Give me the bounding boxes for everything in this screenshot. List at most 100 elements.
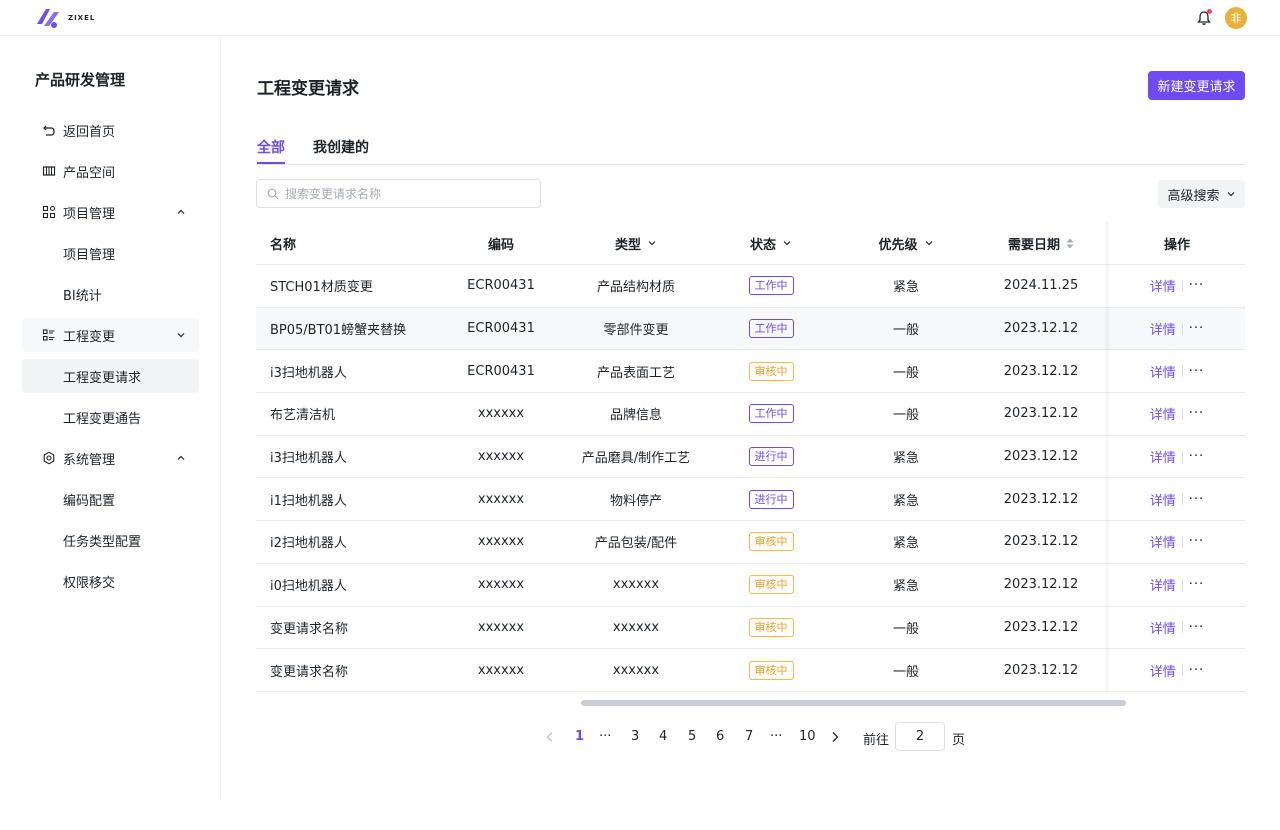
prev-page-icon[interactable] bbox=[545, 731, 555, 743]
page-number[interactable]: 3 bbox=[631, 729, 639, 744]
more-actions-icon[interactable]: ··· bbox=[1189, 620, 1204, 635]
table-row[interactable]: i1扫地机器人 xxxxxx 物料停产 进行中 紧急 2023.12.12 详情 ··· bbox=[256, 478, 1245, 522]
page-number[interactable]: 10 bbox=[799, 729, 816, 744]
next-page-icon[interactable] bbox=[830, 731, 840, 743]
more-actions-icon[interactable]: ··· bbox=[1189, 364, 1204, 379]
cell-actions: 详情 ··· bbox=[1109, 265, 1245, 307]
table-row[interactable]: 变更请求名称 xxxxxx xxxxxx 审核中 一般 2023.12.12 详情 ··· bbox=[256, 607, 1245, 650]
status-badge: 进行中 bbox=[748, 447, 794, 467]
advanced-search-button[interactable]: 高级搜索 bbox=[1158, 180, 1245, 208]
chevron-down-icon bbox=[1227, 192, 1234, 197]
detail-link[interactable]: 详情 bbox=[1150, 319, 1176, 338]
cell-priority: 紧急 bbox=[892, 493, 919, 509]
detail-link[interactable]: 详情 bbox=[1150, 661, 1176, 680]
tab-all[interactable]: 全部 bbox=[257, 137, 285, 157]
cell-date: 2023.12.12 bbox=[1003, 363, 1079, 379]
cell-type: 产品包装/配件 bbox=[594, 536, 678, 552]
more-actions-icon[interactable]: ··· bbox=[1189, 492, 1204, 507]
more-actions-icon[interactable]: ··· bbox=[1189, 406, 1204, 421]
logo-text: ZIXEL bbox=[68, 14, 96, 22]
more-actions-icon[interactable]: ··· bbox=[1189, 534, 1204, 549]
horizontal-scrollbar[interactable] bbox=[581, 700, 1126, 706]
cell-status: 审核中 bbox=[726, 607, 816, 649]
action-divider bbox=[1181, 407, 1183, 420]
logo[interactable]: ZIXEL bbox=[34, 4, 95, 32]
avatar[interactable]: 非 bbox=[1225, 7, 1247, 29]
search-input[interactable] bbox=[285, 183, 535, 205]
more-actions-icon[interactable]: ··· bbox=[1189, 577, 1204, 592]
detail-link[interactable]: 详情 bbox=[1150, 447, 1176, 466]
action-divider bbox=[1181, 365, 1183, 378]
table-row[interactable]: STCH01材质变更 ECR00431 产品结构材质 工作中 紧急 2024.11.25 详… bbox=[256, 265, 1245, 308]
goto-page-input[interactable] bbox=[895, 722, 945, 751]
new-change-request-button[interactable]: 新建变更请求 bbox=[1148, 71, 1245, 100]
table-row[interactable]: 布艺清洁机 xxxxxx 品牌信息 工作中 一般 2023.12.12 详情 ··· bbox=[256, 393, 1245, 436]
sidebar-item-product-space[interactable]: 产品空间 bbox=[22, 154, 199, 188]
table-row[interactable]: i0扫地机器人 xxxxxx xxxxxx 审核中 紧急 2023.12.12 详情 ··· bbox=[256, 564, 1245, 607]
cell-type: xxxxxx bbox=[612, 662, 660, 678]
column-header-priority[interactable]: 优先级 bbox=[856, 222, 956, 264]
detail-link[interactable]: 详情 bbox=[1150, 362, 1176, 381]
cell-type: 物料停产 bbox=[609, 493, 662, 509]
column-header-status[interactable]: 状态 bbox=[726, 222, 816, 264]
cell-code: ECR00431 bbox=[467, 321, 535, 337]
page-number[interactable]: 6 bbox=[716, 729, 724, 744]
more-actions-icon[interactable]: ··· bbox=[1189, 663, 1204, 678]
sidebar-item-project-management[interactable]: 项目管理 bbox=[22, 195, 199, 229]
status-badge: 审核中 bbox=[748, 660, 794, 680]
detail-link[interactable]: 详情 bbox=[1150, 575, 1176, 594]
cell-actions: 详情 ··· bbox=[1109, 564, 1245, 606]
sidebar-item-home[interactable]: 返回首页 bbox=[22, 113, 199, 147]
sidebar-item-permission-transfer[interactable]: 权限移交 bbox=[22, 564, 199, 598]
cell-actions: 详情 ··· bbox=[1109, 521, 1245, 563]
sidebar-item-project-management-sub[interactable]: 项目管理 bbox=[22, 236, 199, 270]
table-row[interactable]: i3扫地机器人 xxxxxx 产品磨具/制作工艺 进行中 紧急 2023.12.12 详情 ·… bbox=[256, 436, 1245, 479]
column-header-date-label: 需要日期 bbox=[1007, 237, 1060, 253]
page-ellipsis[interactable]: ··· bbox=[599, 729, 611, 744]
cell-actions: 详情 ··· bbox=[1109, 308, 1245, 350]
column-header-date[interactable]: 需要日期 bbox=[986, 222, 1096, 264]
column-header-status-label: 状态 bbox=[749, 237, 776, 253]
status-badge: 工作中 bbox=[748, 276, 794, 296]
table-row[interactable]: i3扫地机器人 ECR00431 产品表面工艺 审核中 一般 2023.12.12 详情 ··… bbox=[256, 350, 1245, 394]
cell-date: 2024.11.25 bbox=[1003, 278, 1079, 294]
change-icon bbox=[42, 329, 55, 341]
detail-link[interactable]: 详情 bbox=[1150, 532, 1176, 551]
page-number[interactable]: 1 bbox=[575, 729, 584, 744]
column-header-priority-label: 优先级 bbox=[878, 237, 918, 253]
sidebar-item-change-notice[interactable]: 工程变更通告 bbox=[22, 400, 199, 434]
more-actions-icon[interactable]: ··· bbox=[1189, 321, 1204, 336]
detail-link[interactable]: 详情 bbox=[1150, 618, 1176, 637]
column-header-type[interactable]: 类型 bbox=[566, 222, 706, 264]
cell-priority: 一般 bbox=[892, 323, 919, 339]
cell-actions: 详情 ··· bbox=[1109, 649, 1245, 691]
page-number[interactable]: 5 bbox=[688, 729, 696, 744]
page-number[interactable]: 7 bbox=[745, 729, 753, 744]
sidebar-item-engineering-change[interactable]: 工程变更 bbox=[22, 318, 199, 352]
sidebar-item-change-request[interactable]: 工程变更请求 bbox=[22, 359, 199, 393]
detail-link[interactable]: 详情 bbox=[1150, 276, 1176, 295]
sidebar-item-system-management[interactable]: 系统管理 bbox=[22, 441, 199, 475]
cell-priority: 一般 bbox=[892, 365, 919, 381]
more-actions-icon[interactable]: ··· bbox=[1189, 449, 1204, 464]
detail-link[interactable]: 详情 bbox=[1150, 404, 1176, 423]
sidebar-item-bi-stats[interactable]: BI统计 bbox=[22, 277, 199, 311]
page-number[interactable]: 4 bbox=[659, 729, 667, 744]
table-row[interactable]: BP05/BT01螃蟹夹替换 ECR00431 零部件变更 工作中 一般 2023.12.… bbox=[256, 307, 1245, 351]
sidebar-item-label: 工程变更请求 bbox=[63, 370, 142, 386]
search-box[interactable] bbox=[256, 179, 541, 208]
cell-status: 工作中 bbox=[726, 265, 816, 307]
detail-link[interactable]: 详情 bbox=[1150, 490, 1176, 509]
sidebar-item-label: 权限移交 bbox=[63, 575, 116, 591]
sidebar-item-task-type-config[interactable]: 任务类型配置 bbox=[22, 523, 199, 557]
table-row[interactable]: 变更请求名称 xxxxxx xxxxxx 审核中 一般 2023.12.12 详情 ··· bbox=[256, 649, 1245, 692]
notification-dot bbox=[1207, 9, 1212, 14]
table-row[interactable]: i2扫地机器人 xxxxxx 产品包装/配件 审核中 紧急 2023.12.12 详情 ··· bbox=[256, 521, 1245, 564]
cell-actions: 详情 ··· bbox=[1109, 393, 1245, 435]
sidebar-item-label: 产品空间 bbox=[63, 165, 116, 181]
tab-created-by-me[interactable]: 我创建的 bbox=[313, 137, 369, 157]
sidebar-item-code-config[interactable]: 编码配置 bbox=[22, 482, 199, 516]
more-actions-icon[interactable]: ··· bbox=[1189, 278, 1204, 293]
page-ellipsis[interactable]: ··· bbox=[770, 729, 782, 744]
cell-code: xxxxxx bbox=[477, 406, 525, 422]
